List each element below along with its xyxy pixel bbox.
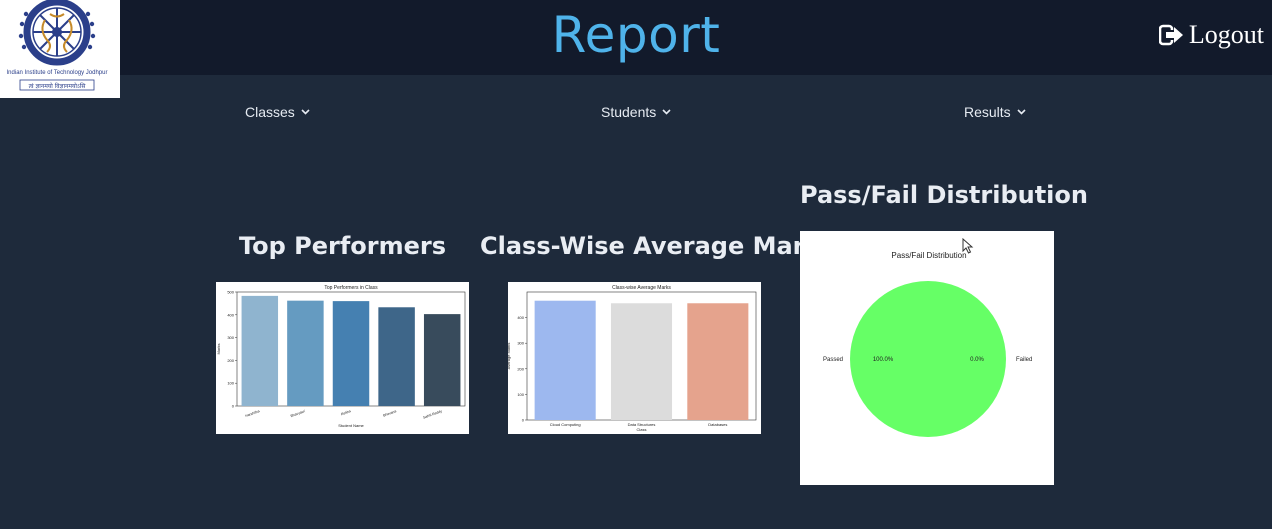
x-axis-label: Class: [636, 427, 646, 432]
pie-value-passed: 100.0%: [873, 357, 894, 363]
pass-fail-heading: Pass/Fail Distribution: [800, 181, 1088, 209]
chart-title: Top Performers in Class: [324, 285, 378, 291]
y-tick-label: 0: [522, 418, 525, 423]
pass-fail-chart-svg: Pass/Fail Distribution Passed 100.0% 0.0% Fa…: [823, 251, 1032, 437]
x-tick-label: Sahiti Reddy: [423, 409, 443, 420]
bar: [287, 300, 324, 406]
logout-label: Logout: [1188, 20, 1264, 49]
x-tick-label: Cloud Computing: [550, 422, 581, 427]
nav-students-dropdown[interactable]: Students: [601, 104, 671, 120]
nav-results-dropdown[interactable]: Results: [964, 104, 1026, 120]
pie-label-failed: Failed: [1016, 357, 1032, 363]
page-title: Report: [551, 6, 721, 64]
y-tick-label: 0: [232, 404, 235, 409]
bar: [378, 307, 415, 406]
chevron-down-icon: [1017, 109, 1026, 115]
x-tick-label: Bhavana: [383, 409, 397, 418]
y-tick-label: 500: [227, 290, 234, 295]
nav-results-label: Results: [964, 104, 1011, 120]
pie-value-failed: 0.0%: [970, 357, 984, 363]
class-average-heading: Class-Wise Average Marks: [480, 232, 835, 260]
top-performers-heading: Top Performers: [238, 232, 447, 260]
logo-institute-name: Indian Institute of Technology Jodhpur: [7, 70, 108, 76]
logout-button[interactable]: Logout: [1158, 20, 1264, 50]
chart-title: Class-wise Average Marks: [612, 285, 671, 291]
x-tick-label: Rekha: [340, 409, 351, 416]
top-performers-chart: Top Performers in Class 0 100 200 300 400 500 H…: [216, 282, 469, 434]
y-tick-label: 300: [517, 341, 524, 346]
y-tick-label: 400: [517, 315, 524, 320]
top-performers-chart-svg: Top Performers in Class 0 100 200 300 400 500 H…: [216, 285, 466, 428]
bar: [610, 303, 673, 420]
x-tick-label: Bhavyasri: [290, 409, 306, 418]
mouse-cursor-icon: [962, 238, 974, 254]
nav-classes-dropdown[interactable]: Classes: [245, 104, 310, 120]
class-average-chart: Class-wise Average Marks 0 100 200 300 400 Clo…: [508, 282, 761, 434]
y-tick-label: 200: [227, 358, 234, 363]
x-tick-label: Databases: [708, 422, 727, 427]
x-axis-label: Student Name: [338, 423, 364, 428]
institute-logo: Indian Institute of Technology Jodhpur त…: [0, 0, 120, 98]
logo-motto: त्वं ज्ञानमयो विज्ञानमयोऽसि: [29, 82, 87, 90]
pass-fail-chart: Pass/Fail Distribution Passed 100.0% 0.0% Fa…: [800, 231, 1054, 485]
chevron-down-icon: [662, 109, 671, 115]
bar: [534, 300, 596, 420]
y-tick-label: 100: [227, 381, 234, 386]
bar: [687, 303, 749, 420]
y-axis-label: Average Marks: [508, 343, 511, 370]
class-average-chart-svg: Class-wise Average Marks 0 100 200 300 400 Clo…: [508, 285, 757, 432]
pie-label-passed: Passed: [823, 357, 843, 363]
y-tick-label: 300: [227, 335, 234, 340]
y-tick-label: 400: [227, 312, 234, 317]
chart-title: Pass/Fail Distribution: [891, 251, 966, 260]
y-tick-label: 100: [517, 392, 524, 397]
x-tick-label: Harshitha: [245, 409, 260, 418]
y-axis-label: Marks: [216, 344, 221, 355]
bar: [423, 314, 461, 406]
bar: [332, 301, 370, 406]
chevron-down-icon: [301, 109, 310, 115]
bar: [241, 295, 279, 406]
nav-classes-label: Classes: [245, 104, 295, 120]
nav-students-label: Students: [601, 104, 657, 120]
logout-icon: [1158, 24, 1183, 46]
y-tick-label: 200: [517, 366, 524, 371]
